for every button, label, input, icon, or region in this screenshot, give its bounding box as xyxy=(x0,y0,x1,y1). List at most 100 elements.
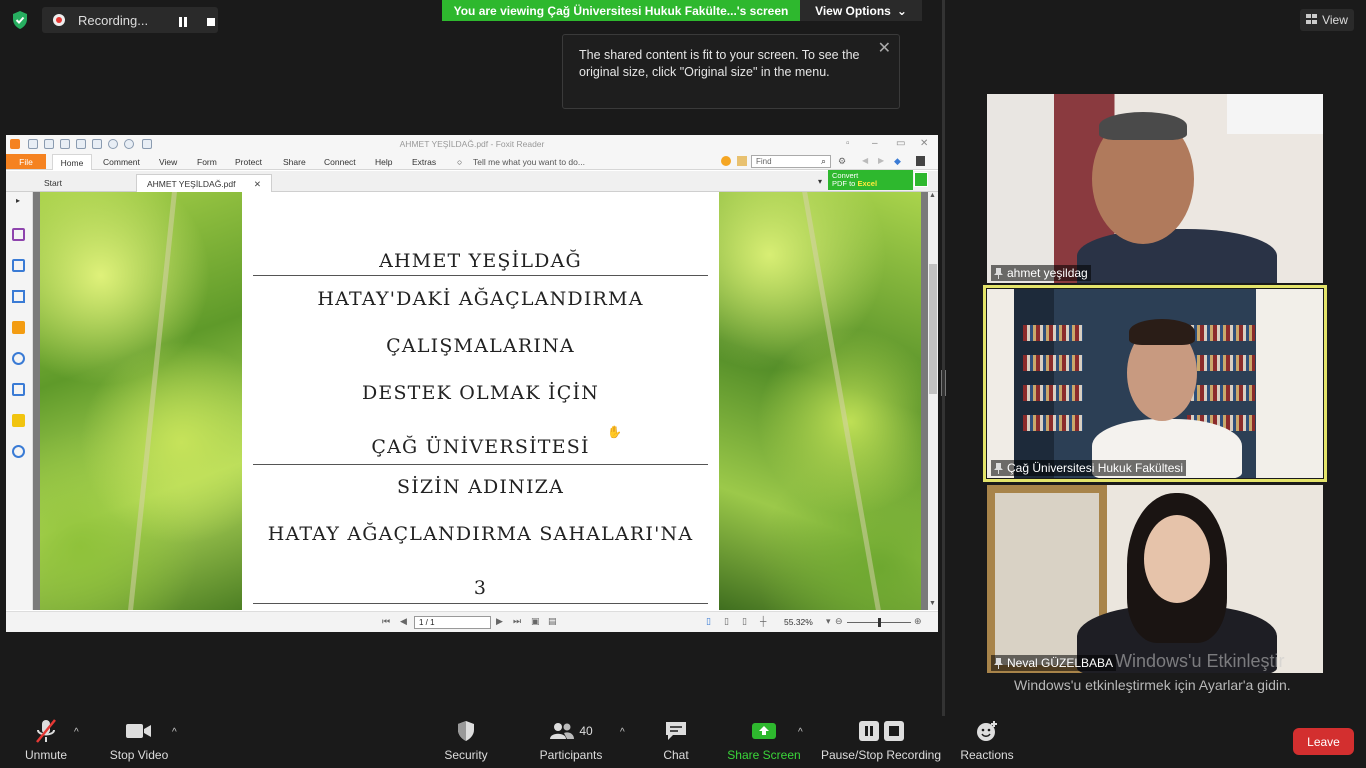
security-button[interactable]: Security xyxy=(438,716,494,768)
close-icon[interactable]: ✕ xyxy=(878,40,891,57)
nav-forward-icon[interactable]: ▶ xyxy=(878,156,884,165)
view-button[interactable]: View xyxy=(1300,9,1354,31)
view-options-button[interactable]: View Options ⌄ xyxy=(800,0,922,21)
video-tile[interactable]: ahmet yeşildag xyxy=(987,94,1323,283)
participants-button[interactable]: 40 Participants xyxy=(536,716,606,768)
comments-icon[interactable] xyxy=(12,321,25,334)
divider-grip-icon[interactable] xyxy=(941,370,946,396)
menu-view[interactable]: View xyxy=(159,157,177,167)
chat-label: Chat xyxy=(663,748,689,762)
single-view-icon[interactable]: ▣ xyxy=(531,616,540,627)
document-viewport[interactable]: AHMET YEŞİLDAĞ HATAY'DAKİ AĞAÇLANDIRMA Ç… xyxy=(33,192,930,610)
menu-protect[interactable]: Protect xyxy=(235,157,262,167)
bell-icon[interactable]: ◆ xyxy=(894,156,901,167)
pause-stop-recording-button[interactable]: Pause/Stop Recording xyxy=(820,716,942,768)
rule-line xyxy=(253,275,708,276)
cover-leaves-left-image xyxy=(40,192,242,610)
leave-button[interactable]: Leave xyxy=(1293,728,1354,755)
share-options-caret-icon[interactable]: ^ xyxy=(798,727,803,738)
find-input[interactable]: Find xyxy=(751,155,831,168)
foxit-menu-bar: File Home Comment View Form Protect Shar… xyxy=(6,153,938,170)
zoom-dropdown-icon[interactable]: ▾ xyxy=(826,616,831,627)
signature-icon[interactable] xyxy=(12,383,25,396)
unmute-button[interactable]: Unmute xyxy=(18,716,74,768)
pin-icon xyxy=(994,267,1003,279)
layers-icon[interactable] xyxy=(12,290,25,303)
bookshelf-row xyxy=(1023,415,1083,431)
close-tab-icon[interactable]: ✕ xyxy=(254,179,261,189)
search-icon[interactable]: ⌕ xyxy=(821,156,826,167)
facing-layout-icon[interactable]: ▯ xyxy=(742,616,747,627)
continuous-layout-icon[interactable]: ▯ xyxy=(724,616,729,627)
tab-list-dropdown-icon[interactable]: ▾ xyxy=(818,177,822,186)
menu-share[interactable]: Share xyxy=(283,157,306,167)
zoom-slider-knob[interactable] xyxy=(878,618,881,627)
last-page-icon[interactable]: ⏭ xyxy=(513,616,521,627)
page-number-input[interactable]: 1 / 1 xyxy=(414,616,491,629)
scroll-down-icon[interactable]: ▼ xyxy=(929,600,936,607)
share-screen-button[interactable]: Share Screen xyxy=(726,716,802,768)
menu-extras[interactable]: Extras xyxy=(412,157,436,167)
scroll-up-icon[interactable]: ▲ xyxy=(929,192,936,199)
next-page-icon[interactable]: ▶ xyxy=(496,616,503,627)
menu-help[interactable]: Help xyxy=(375,157,392,167)
video-tile-active-speaker[interactable]: Çağ Üniversitesi Hukuk Fakültesi xyxy=(987,289,1323,478)
lock-icon[interactable] xyxy=(12,414,25,427)
security-label: Security xyxy=(444,748,488,762)
close-window-icon[interactable]: ✕ xyxy=(920,138,928,149)
menu-file[interactable]: File xyxy=(6,154,46,169)
pause-recording-icon[interactable] xyxy=(178,15,188,27)
settings-icon[interactable]: ⚙ xyxy=(838,156,846,167)
zoom-in-icon[interactable]: ⊕ xyxy=(914,616,922,627)
muted-microphone-icon xyxy=(34,716,58,746)
chat-button[interactable]: Chat xyxy=(656,716,696,768)
folder-search-icon[interactable] xyxy=(737,156,747,166)
first-page-icon[interactable]: ⏮ xyxy=(382,616,390,627)
nav-back-icon[interactable]: ◀ xyxy=(862,156,868,165)
bookmark-icon[interactable] xyxy=(12,228,25,241)
expand-pane-icon[interactable]: ▸ xyxy=(16,196,20,205)
participant-name: ahmet yeşildag xyxy=(1007,266,1088,280)
menu-connect[interactable]: Connect xyxy=(324,157,356,167)
reactions-button[interactable]: Reactions xyxy=(958,716,1016,768)
video-camera-icon xyxy=(126,716,152,746)
menu-comment[interactable]: Comment xyxy=(103,157,140,167)
scrollbar-thumb[interactable] xyxy=(929,264,937,394)
audio-options-caret-icon[interactable]: ^ xyxy=(74,727,79,738)
convert-pdf-to-excel-button[interactable]: Convert PDF to Excel xyxy=(828,170,913,190)
stop-video-button[interactable]: Stop Video xyxy=(106,716,172,768)
account-icon[interactable] xyxy=(916,156,925,166)
participant-hair xyxy=(1129,319,1195,345)
user-search-icon[interactable] xyxy=(12,445,25,458)
smiley-icon[interactable] xyxy=(721,156,731,166)
vertical-scrollbar[interactable]: ▲ ▼ xyxy=(928,192,938,610)
attachment-icon[interactable] xyxy=(12,352,25,365)
tab-start[interactable]: Start xyxy=(34,174,72,192)
cover-layout-icon[interactable]: ┼ xyxy=(760,616,766,626)
single-page-layout-icon[interactable]: ▯ xyxy=(706,616,711,627)
video-options-caret-icon[interactable]: ^ xyxy=(172,727,177,738)
foxit-status-bar: ⏮ ◀ 1 / 1 ▶ ⏭ ▣ ▤ ▯ ▯ ▯ ┼ 55.32% ▾ ⊖ ⊕ xyxy=(6,611,938,632)
restore-layout-icon[interactable]: ▫ xyxy=(846,138,850,149)
rule-line xyxy=(253,464,708,465)
continuous-view-icon[interactable]: ▤ xyxy=(548,616,557,627)
maximize-icon[interactable]: ▭ xyxy=(896,138,905,149)
zoom-out-icon[interactable]: ⊖ xyxy=(835,616,843,627)
recording-indicator: Recording... xyxy=(42,7,218,33)
menu-home[interactable]: Home xyxy=(52,154,92,170)
encryption-shield-icon[interactable] xyxy=(10,10,30,30)
video-tile[interactable]: Neval GÜZELBABA xyxy=(987,485,1323,673)
panel-divider[interactable] xyxy=(942,0,945,716)
minimize-icon[interactable]: – xyxy=(872,138,878,149)
tell-me-box[interactable]: Tell me what you want to do... xyxy=(473,157,585,167)
participants-options-caret-icon[interactable]: ^ xyxy=(620,727,625,738)
prev-page-icon[interactable]: ◀ xyxy=(400,616,407,627)
stop-recording-icon[interactable] xyxy=(206,15,216,26)
zoom-level[interactable]: 55.32% xyxy=(784,617,813,627)
pages-icon[interactable] xyxy=(12,259,25,272)
menu-form[interactable]: Form xyxy=(197,157,217,167)
excel-icon[interactable] xyxy=(914,172,928,187)
tab-document-label: AHMET YEŞİLDAĞ.pdf xyxy=(147,179,236,189)
convert-line2a: PDF to xyxy=(832,179,858,188)
tab-document[interactable]: AHMET YEŞİLDAĞ.pdf ✕ xyxy=(136,174,272,192)
